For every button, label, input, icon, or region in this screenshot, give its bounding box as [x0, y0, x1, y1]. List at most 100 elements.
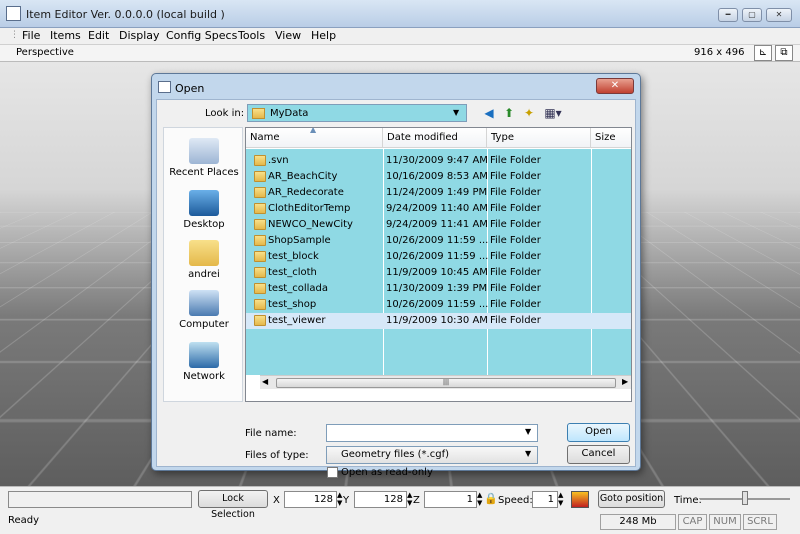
up-folder-icon[interactable]: ⬆	[501, 105, 517, 121]
x-input[interactable]: 128	[284, 491, 337, 508]
place-network[interactable]: Network	[164, 342, 244, 382]
file-type: File Folder	[490, 219, 541, 230]
network-icon	[189, 342, 219, 368]
num-indicator: NUM	[709, 514, 741, 530]
lock-icon[interactable]: 🔒	[484, 492, 498, 505]
horizontal-scrollbar[interactable]: ◀ ||| ▶	[260, 375, 631, 389]
dialog-close-button[interactable]: ✕	[596, 78, 634, 94]
time-slider-thumb[interactable]	[742, 491, 748, 505]
z-input[interactable]: 1	[424, 491, 477, 508]
read-only-checkbox[interactable]	[327, 467, 338, 478]
x-label: X	[273, 495, 280, 506]
place-label: Desktop	[183, 219, 225, 230]
z-spinner-icon[interactable]: ▲ ▼	[477, 491, 482, 507]
file-rows: .svn 11/30/2009 9:47 AM File Folder AR_Bea…	[246, 149, 631, 375]
goto-position-button[interactable]: Goto position	[598, 490, 665, 508]
list-item[interactable]: test_shop 10/26/2009 11:59 ... File Folder	[246, 297, 631, 313]
y-spinner-icon[interactable]: ▲ ▼	[407, 491, 412, 507]
maximize-button[interactable]: ▢	[742, 8, 762, 22]
app-title: Item Editor Ver. 0.0.0.0 (local build )	[26, 8, 225, 21]
list-item[interactable]: ShopSample 10/26/2009 11:59 ... File Folde…	[246, 233, 631, 249]
file-type-select[interactable]: Geometry files (*.cgf) ▼	[326, 446, 538, 464]
folder-icon	[254, 267, 266, 278]
speed-spinner-icon[interactable]: ▲ ▼	[558, 491, 563, 507]
views-menu-icon[interactable]: ▦▾	[541, 105, 565, 121]
column-type[interactable]: Type	[487, 128, 591, 148]
menu-file[interactable]: File	[22, 29, 40, 42]
folder-icon	[254, 235, 266, 246]
list-item[interactable]: test_block 10/26/2009 11:59 ... File Folde…	[246, 249, 631, 265]
axis-icon[interactable]: ⊾	[754, 45, 772, 61]
lock-selection-button[interactable]: Lock Selection	[198, 490, 268, 520]
dialog-title: Open	[175, 82, 205, 95]
menu-help[interactable]: Help	[311, 29, 336, 42]
close-button[interactable]: ✕	[766, 8, 792, 22]
menu-config-specs[interactable]: Config Specs	[166, 29, 237, 42]
new-folder-icon[interactable]: ✦	[521, 105, 537, 121]
list-item[interactable]: test_collada 11/30/2009 1:39 PM File Folde…	[246, 281, 631, 297]
back-icon[interactable]: ◀	[481, 105, 497, 121]
scroll-right-icon[interactable]: ▶	[622, 377, 628, 386]
folder-icon	[254, 299, 266, 310]
cancel-button[interactable]: Cancel	[567, 445, 630, 464]
place-desktop[interactable]: Desktop	[164, 190, 244, 230]
viewport-mode[interactable]: Perspective	[16, 47, 74, 58]
folder-icon	[254, 155, 266, 166]
menu-display[interactable]: Display	[119, 29, 160, 42]
file-name: ClothEditorTemp	[268, 203, 351, 214]
viewport-header: Perspective 916 x 496 ⊾ ⧉	[0, 45, 800, 62]
list-item-selected[interactable]: test_viewer 11/9/2009 10:30 AM File Folder	[246, 313, 631, 329]
file-type: File Folder	[490, 283, 541, 294]
list-item[interactable]: ClothEditorTemp 9/24/2009 11:40 AM File Fo…	[246, 201, 631, 217]
menu-items[interactable]: Items	[50, 29, 81, 42]
status-ready: Ready	[8, 515, 40, 526]
menu-bar: ⋮ File Items Edit Display Config Specs T…	[0, 28, 800, 45]
user-folder-icon	[189, 240, 219, 266]
list-item[interactable]: AR_Redecorate 11/24/2009 1:49 PM File Fold…	[246, 185, 631, 201]
place-recent[interactable]: Recent Places	[164, 138, 244, 178]
read-only-label: Open as read-only	[341, 467, 433, 478]
list-item[interactable]: NEWCO_NewCity 9/24/2009 11:41 AM File Fold…	[246, 217, 631, 233]
column-size[interactable]: Size	[591, 128, 631, 148]
place-user[interactable]: andrei	[164, 240, 244, 280]
file-date: 11/9/2009 10:45 AM	[386, 267, 488, 278]
file-list[interactable]: Name ▲ Date modified Type Size .svn 11/30/…	[245, 127, 632, 402]
chevron-down-icon[interactable]: ▼	[525, 427, 531, 436]
maximize-viewport-icon[interactable]: ⧉	[775, 45, 793, 61]
list-item[interactable]: AR_BeachCity 10/16/2009 8:53 AM File Folde…	[246, 169, 631, 185]
list-item[interactable]: test_cloth 11/9/2009 10:45 AM File Folder	[246, 265, 631, 281]
time-label: Time:	[674, 495, 702, 506]
file-name: test_block	[268, 251, 319, 262]
menu-edit[interactable]: Edit	[88, 29, 109, 42]
y-input[interactable]: 128	[354, 491, 407, 508]
place-label: Recent Places	[169, 167, 239, 178]
scrl-indicator: SCRL	[743, 514, 777, 530]
file-name-label: File name:	[245, 428, 297, 439]
file-name-input[interactable]: ▼	[326, 424, 538, 442]
file-type: File Folder	[490, 171, 541, 182]
chevron-down-icon: ▼	[525, 449, 532, 458]
file-name: AR_BeachCity	[268, 171, 338, 182]
column-date[interactable]: Date modified	[383, 128, 487, 148]
title-bar: Item Editor Ver. 0.0.0.0 (local build ) …	[0, 0, 800, 28]
scroll-left-icon[interactable]: ◀	[262, 377, 268, 386]
look-in-dropdown[interactable]: MyData ▼	[247, 104, 467, 122]
file-date: 11/30/2009 1:39 PM	[386, 283, 488, 294]
place-computer[interactable]: Computer	[164, 290, 244, 330]
menu-tools[interactable]: Tools	[238, 29, 265, 42]
file-name: .svn	[268, 155, 289, 166]
terrain-icon[interactable]	[571, 491, 589, 508]
minimize-button[interactable]: ━	[718, 8, 738, 22]
memory-indicator: 248 Mb	[600, 514, 676, 530]
scrollbar-thumb[interactable]: |||	[276, 378, 616, 388]
menu-view[interactable]: View	[275, 29, 301, 42]
viewport-size: 916 x 496	[694, 47, 745, 58]
file-name: AR_Redecorate	[268, 187, 344, 198]
list-item[interactable]: .svn 11/30/2009 9:47 AM File Folder	[246, 153, 631, 169]
open-button[interactable]: Open	[567, 423, 630, 442]
file-name: test_cloth	[268, 267, 317, 278]
column-name[interactable]: Name ▲	[246, 128, 383, 148]
file-type: File Folder	[490, 299, 541, 310]
speed-input[interactable]: 1	[532, 491, 558, 508]
x-spinner-icon[interactable]: ▲ ▼	[337, 491, 342, 507]
